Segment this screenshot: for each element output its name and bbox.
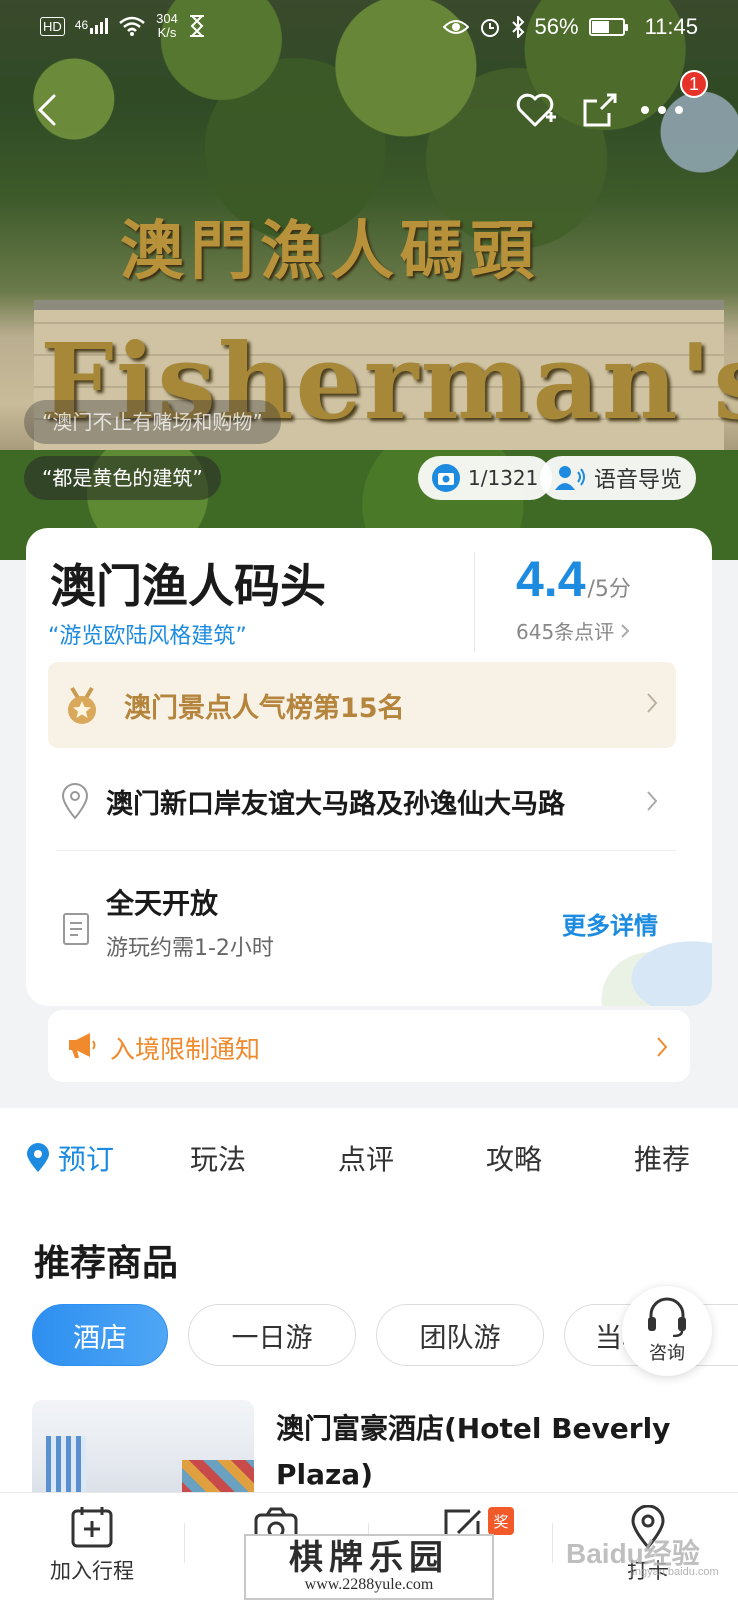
baidu-watermark-url: jingyan.baidu.com [630, 1566, 719, 1578]
photo-counter-chip[interactable]: 1/1321 [418, 456, 553, 500]
visit-duration: 游玩约需1-2小时 [106, 936, 274, 961]
entry-restriction-notice[interactable]: 入境限制通知 [48, 1010, 690, 1082]
tab-label: 预订 [58, 1143, 115, 1176]
review-count-link[interactable]: 645条点评 [516, 616, 630, 645]
headset-icon [648, 1297, 686, 1337]
alarm-icon [480, 19, 499, 37]
chevron-right-icon [657, 1037, 668, 1057]
photo-counter: 1/1321 [468, 466, 539, 490]
battery-icon [588, 18, 628, 36]
battery-fill [591, 21, 609, 33]
heart-plus-icon [516, 93, 556, 127]
hd-indicator: HD [40, 16, 65, 36]
rating-scale: /5分 [587, 577, 631, 602]
location-pin-icon [61, 783, 89, 820]
divider [184, 1523, 185, 1563]
network-speed: 304 K/s [156, 12, 178, 40]
tab-recommend[interactable]: 推荐 [634, 1138, 690, 1178]
poi-title: 澳门渔人码头 [50, 559, 326, 613]
document-icon [63, 913, 89, 945]
consult-button[interactable]: 咨询 [622, 1286, 712, 1376]
popularity-rank: 澳门景点人气榜第15名 [124, 693, 405, 724]
poi-tagline: “游览欧陆风格建筑” [48, 624, 247, 649]
bottom-label: 加入行程 [50, 1559, 134, 1583]
location-pin-icon [27, 1143, 49, 1172]
chevron-right-icon [647, 693, 658, 713]
back-arrow-icon [37, 94, 56, 126]
camera-icon [432, 464, 460, 492]
bluetooth-icon [511, 16, 524, 38]
favorite-button[interactable] [508, 82, 564, 138]
divider [56, 850, 676, 851]
address: 澳门新口岸友谊大马路及孙逸仙大马路 [106, 789, 565, 820]
audio-guide-icon [555, 466, 585, 490]
network-type: 46 [74, 18, 89, 32]
medal-icon [68, 686, 96, 724]
tab-reviews[interactable]: 点评 [338, 1138, 394, 1178]
tab-guides[interactable]: 攻略 [486, 1138, 542, 1178]
battery-percent: 56% [534, 14, 579, 39]
divider [552, 1523, 553, 1563]
poi-info-card: 澳门渔人码头 “游览欧陆风格建筑” 4.4 /5分 645条点评 澳门景点人气榜… [26, 528, 712, 1006]
audio-guide-label: 语音导览 [594, 468, 683, 493]
filter-day-tour[interactable]: 一日游 [188, 1304, 356, 1366]
eye-icon [442, 20, 469, 34]
address-row[interactable]: 澳门新口岸友谊大马路及孙逸仙大马路 [48, 760, 676, 846]
status-bar: HD 46 304 K/s 56% 11:45 [0, 0, 738, 52]
opening-hours-row[interactable]: 全天开放 游玩约需1-2小时 更多详情 [48, 868, 676, 978]
rating-score: 4.4 [516, 551, 586, 607]
chevron-right-icon [621, 623, 630, 638]
wifi-icon [119, 16, 145, 36]
tab-booking[interactable]: 预订 [26, 1138, 114, 1178]
tab-play[interactable]: 玩法 [190, 1138, 246, 1178]
divider [474, 552, 475, 652]
more-dots-icon [641, 106, 683, 114]
hotel-name[interactable]: 澳门富豪酒店(Hotel Beverly Plaza) [276, 1406, 716, 1498]
consult-label: 咨询 [649, 1343, 685, 1364]
share-icon [583, 93, 617, 127]
watermark-logo: 棋牌乐园 www.2288yule.com [244, 1534, 494, 1600]
share-button[interactable] [572, 82, 628, 138]
photo-sign-chinese: 澳門漁人碼頭 [120, 214, 540, 289]
filter-hotel[interactable]: 酒店 [32, 1304, 168, 1366]
signal-icon: 46 [74, 18, 109, 34]
back-button[interactable] [20, 82, 76, 138]
more-details-link[interactable]: 更多详情 [562, 906, 658, 941]
user-quote-bubble: “澳门不止有赌场和购物” [24, 400, 281, 444]
notice-label: 入境限制通知 [110, 1035, 261, 1064]
popularity-rank-banner[interactable]: 澳门景点人气榜第15名 [48, 662, 676, 748]
clock: 11:45 [644, 14, 698, 39]
rating[interactable]: 4.4 /5分 [516, 550, 631, 608]
notification-badge: 1 [680, 70, 708, 98]
calendar-plus-icon [71, 1507, 113, 1548]
user-quote-bubble: “都是黄色的建筑” [24, 456, 221, 500]
filter-group-tour[interactable]: 团队游 [376, 1304, 544, 1366]
section-tabs: 预订 玩法 点评 攻略 推荐 [0, 1108, 738, 1204]
audio-guide-button[interactable]: 语音导览 [540, 456, 697, 500]
reward-badge: 奖 [488, 1507, 514, 1535]
chevron-right-icon [647, 791, 658, 811]
speed-unit: K/s [157, 25, 177, 40]
megaphone-icon [69, 1033, 96, 1058]
add-to-itinerary-button[interactable]: 加入行程 [22, 1505, 162, 1585]
watermark-url: www.2288yule.com [304, 1576, 434, 1593]
hourglass-icon [189, 15, 204, 37]
opening-hours: 全天开放 [106, 887, 219, 920]
review-count: 645条点评 [516, 620, 615, 644]
speed-value: 304 [156, 11, 178, 26]
watermark-text: 棋牌乐园 [289, 1538, 449, 1578]
section-title: 推荐商品 [34, 1243, 179, 1284]
